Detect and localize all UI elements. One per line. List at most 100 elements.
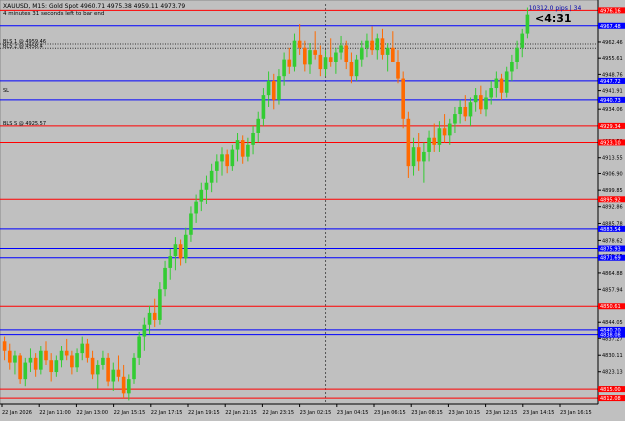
candle-body [178, 244, 183, 259]
pips-label: 10312.0 pips | 34 [529, 5, 582, 12]
time-tick-label: 22 Jan 13:00 [76, 410, 108, 416]
candle-body [458, 106, 462, 115]
candle-body [59, 350, 64, 361]
candle-body [334, 52, 338, 62]
price-tick-label: 4857.94 [602, 287, 623, 293]
candle-body [422, 151, 426, 162]
candle-body [308, 50, 312, 65]
candle-body [194, 201, 198, 214]
candle-body [101, 357, 105, 365]
candle-body [297, 40, 302, 48]
candle-body [287, 59, 292, 67]
candle-body [313, 50, 317, 55]
candle-body [437, 128, 442, 145]
candle-body [39, 350, 43, 370]
time-tick-label: 23 Jan 14:15 [523, 410, 555, 416]
candle-body [44, 350, 48, 361]
time-tick-label: 22 Jan 21:15 [225, 410, 257, 416]
candle-body [28, 357, 33, 363]
candle-body [215, 161, 219, 171]
candle-body [18, 355, 22, 380]
candle-body [90, 357, 95, 375]
candle-body [473, 95, 478, 103]
plot-area[interactable] [0, 0, 599, 405]
level-price-tag-label: 4929.34 [600, 124, 621, 130]
candle-body [271, 80, 276, 100]
candle-body [401, 78, 405, 119]
time-tick-label: 22 Jan 11:00 [39, 410, 71, 416]
candle-body [7, 350, 12, 363]
candle-body [111, 369, 116, 382]
level-price-tag-label: 4967.48 [600, 24, 621, 30]
candle-body [494, 78, 499, 89]
candle-body [127, 379, 131, 394]
chart-subtitle: 4 minutes 31 seconds left to bar end [3, 11, 104, 17]
candle-body [427, 137, 431, 152]
level-price-tag-label: 4940.73 [600, 98, 621, 104]
candle-body [328, 57, 333, 62]
candle-body [365, 40, 369, 48]
candle-body [13, 355, 17, 363]
price-tick-label: 4892.86 [602, 205, 623, 211]
time-tick-label: 22 Jan 19:15 [188, 410, 220, 416]
level-text-label: BLS 2 @ 4958.4 [3, 43, 43, 49]
chart-window[interactable]: 4976.164969.314962.464955.614948.764941.… [0, 0, 625, 417]
level-text-label: BLS S @ 4925.57 [3, 121, 46, 127]
price-tick-label: 4955.61 [602, 56, 623, 62]
candle-body [251, 132, 255, 145]
candle-body [411, 147, 416, 167]
candle-body [70, 355, 74, 368]
chart-title: XAUUSD, M15: Gold Spot 4960.71 4975.38 4… [3, 3, 185, 10]
candle-body [339, 45, 343, 53]
candle-body [209, 170, 214, 183]
time-tick-label: 22 Jan 17:15 [151, 410, 183, 416]
candle-body [432, 137, 437, 145]
candle-body [2, 341, 7, 351]
time-tick-label: 23 Jan 08:15 [411, 410, 443, 416]
level-price-tag-label: 4838.08 [600, 333, 621, 339]
candle-body [137, 336, 141, 358]
candle-body [189, 213, 193, 235]
candle-body [240, 140, 245, 157]
candle-body [504, 71, 509, 93]
candle-body [442, 128, 447, 136]
candle-body [199, 189, 204, 202]
price-chart[interactable]: 4976.164969.314962.464955.614948.764941.… [0, 0, 625, 417]
countdown-timer: <4:31 [535, 12, 572, 25]
level-price-tag-label: 4976.16 [600, 8, 621, 14]
candle-body [375, 38, 380, 51]
time-tick-label: 23 Jan 06:15 [374, 410, 406, 416]
candle-body [75, 353, 79, 368]
level-price-tag-label: 4812.08 [600, 396, 621, 402]
candle-body [204, 182, 209, 190]
level-price-tag-label: 4815.00 [600, 387, 621, 393]
candle-body [525, 14, 530, 34]
candle-body [385, 47, 390, 55]
candle-body [396, 61, 400, 79]
price-tick-label: 4941.91 [602, 89, 623, 95]
level-price-tag-label: 4875.93 [600, 246, 621, 252]
candle-body [266, 80, 271, 96]
candle-body [168, 256, 173, 268]
candle-body [95, 364, 100, 375]
candle-body [132, 357, 136, 380]
candle-body [447, 123, 452, 136]
candle-body [380, 38, 385, 55]
time-tick-label: 22 Jan 23:15 [262, 410, 294, 416]
candle-body [515, 47, 519, 62]
candle-body [220, 154, 224, 162]
price-tick-label: 4878.62 [602, 238, 623, 244]
candle-body [370, 40, 374, 51]
time-tick-label: 22 Jan 15:15 [114, 410, 146, 416]
candle-body [463, 106, 468, 117]
price-tick-label: 4830.11 [602, 353, 623, 359]
time-tick-label: 22 Jan 2026 [2, 410, 32, 416]
price-tick-label: 4913.55 [602, 156, 623, 162]
candle-body [64, 350, 69, 356]
candle-body [80, 343, 85, 354]
candle-body [292, 40, 297, 67]
candle-body [246, 144, 250, 157]
level-price-tag-label: 4883.54 [600, 227, 621, 233]
candle-body [116, 369, 121, 377]
candle-body [468, 102, 473, 117]
